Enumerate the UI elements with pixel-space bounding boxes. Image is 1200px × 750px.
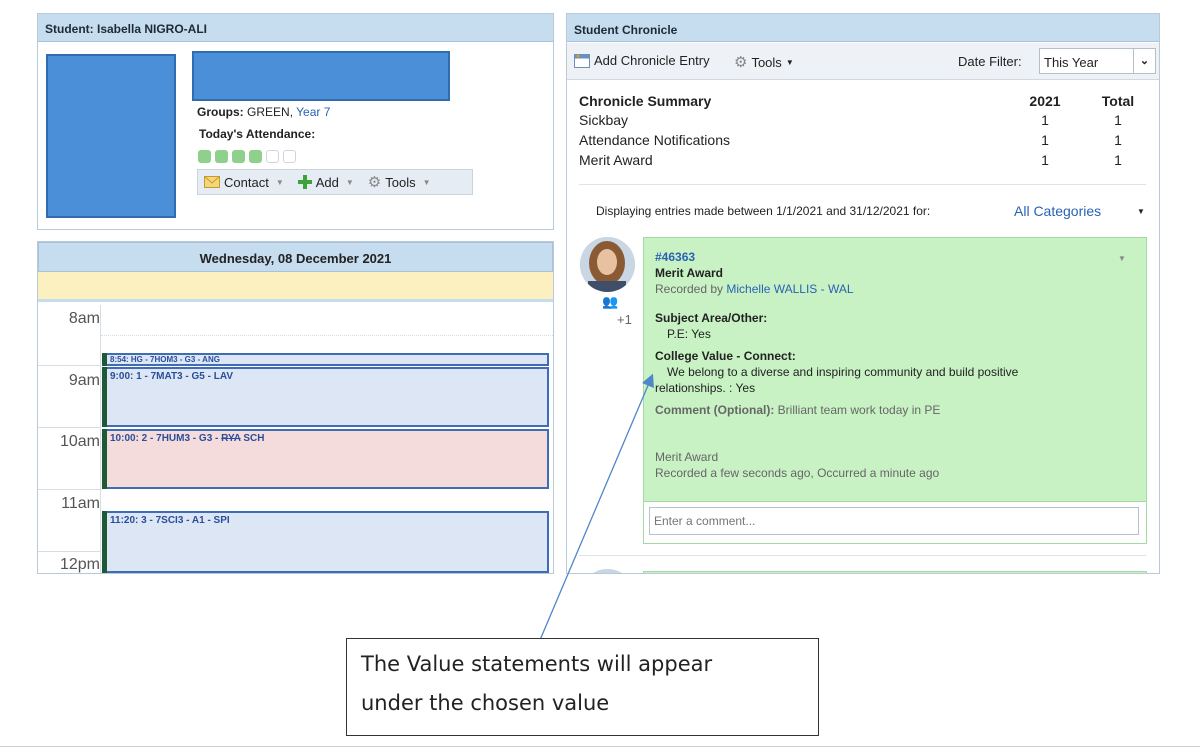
- bottom-rule: [0, 746, 1200, 747]
- callout-line-2: under the chosen value: [361, 691, 610, 715]
- callout-box: The Value statements will appear under t…: [346, 638, 819, 736]
- callout-line-1: The Value statements will appear: [361, 652, 713, 676]
